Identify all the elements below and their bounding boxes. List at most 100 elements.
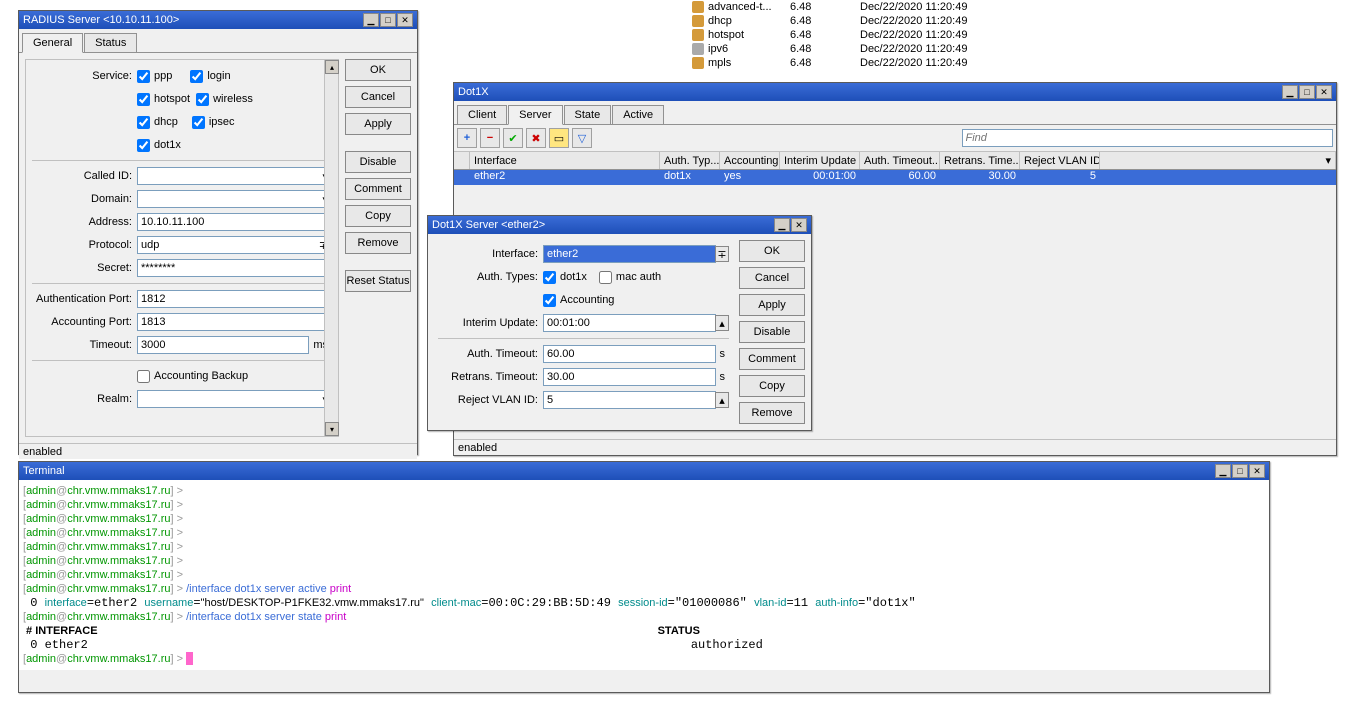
address-input[interactable]	[137, 213, 332, 231]
reset-status-button[interactable]: Reset Status	[345, 270, 411, 292]
called-id-input[interactable]: ▾	[137, 167, 332, 185]
realm-input[interactable]: ▾	[137, 390, 332, 408]
apply-button[interactable]: Apply	[739, 294, 805, 316]
cancel-button[interactable]: Cancel	[739, 267, 805, 289]
spinner-icon[interactable]: ▴	[715, 392, 729, 408]
radius-tabs: General Status	[19, 29, 417, 53]
tab-active[interactable]: Active	[612, 105, 664, 125]
minimize-icon[interactable]: ▁	[363, 13, 379, 27]
enable-icon[interactable]: ✔	[503, 128, 523, 148]
close-icon[interactable]: ✕	[1249, 464, 1265, 478]
col-retrans[interactable]: Retrans. Time...	[940, 152, 1020, 169]
interface-select[interactable]: ether2	[543, 245, 716, 263]
filter-icon[interactable]: ▽	[572, 128, 592, 148]
radius-titlebar[interactable]: RADIUS Server <10.10.11.100> ▁ □ ✕	[19, 11, 417, 29]
dot1x-titlebar[interactable]: Dot1X ▁ □ ✕	[454, 83, 1336, 101]
package-row[interactable]: hotspot6.48Dec/22/2020 11:20:49	[670, 28, 1170, 42]
add-icon[interactable]: +	[457, 128, 477, 148]
terminal-body[interactable]: [admin@chr.vmw.mmaks17.ru] > [admin@chr.…	[19, 480, 1269, 670]
disable-button[interactable]: Disable	[739, 321, 805, 343]
col-acct[interactable]: Accounting	[720, 152, 780, 169]
package-list: advanced-t...6.48Dec/22/2020 11:20:49dhc…	[670, 0, 1170, 70]
dot1x-row[interactable]: ether2 dot1x yes 00:01:00 60.00 30.00 5	[454, 170, 1336, 185]
terminal-window: Terminal ▁ □ ✕ [admin@chr.vmw.mmaks17.ru…	[18, 461, 1270, 693]
close-icon[interactable]: ✕	[1316, 85, 1332, 99]
service-label: Service:	[32, 70, 137, 82]
close-icon[interactable]: ✕	[791, 218, 807, 232]
ipsec-check[interactable]	[192, 116, 205, 129]
dhcp-check[interactable]	[137, 116, 150, 129]
package-row[interactable]: mpls6.48Dec/22/2020 11:20:49	[670, 56, 1170, 70]
col-dropdown-icon[interactable]: ▾	[1100, 152, 1336, 169]
maximize-icon[interactable]: □	[1232, 464, 1248, 478]
find-input[interactable]	[962, 129, 1334, 147]
maximize-icon[interactable]: □	[380, 13, 396, 27]
acct-port-input[interactable]	[137, 313, 332, 331]
hotspot-check[interactable]	[137, 93, 150, 106]
scroll-down-icon[interactable]: ▾	[325, 422, 339, 436]
col-interface[interactable]: Interface	[470, 152, 660, 169]
tab-status[interactable]: Status	[84, 33, 137, 53]
auth-timeout-input[interactable]	[543, 345, 716, 363]
radius-form: Service: ppp login hotspot wireless dhcp…	[25, 59, 339, 437]
retrans-timeout-input[interactable]	[543, 368, 716, 386]
apply-button[interactable]: Apply	[345, 113, 411, 135]
radius-title: RADIUS Server <10.10.11.100>	[23, 14, 179, 26]
comment-button[interactable]: Comment	[345, 178, 411, 200]
package-icon	[692, 29, 704, 41]
remove-button[interactable]: Remove	[345, 232, 411, 254]
cancel-button[interactable]: Cancel	[345, 86, 411, 108]
ppp-check[interactable]	[137, 70, 150, 83]
ok-button[interactable]: OK	[345, 59, 411, 81]
auth-port-input[interactable]	[137, 290, 332, 308]
mac-auth-check[interactable]	[599, 271, 612, 284]
dot1x-grid: Interface Auth. Typ... Accounting Interi…	[454, 152, 1336, 185]
package-icon	[692, 43, 704, 55]
minimize-icon[interactable]: ▁	[774, 218, 790, 232]
package-row[interactable]: advanced-t...6.48Dec/22/2020 11:20:49	[670, 0, 1170, 14]
reject-vlan-input[interactable]	[543, 391, 716, 409]
scroll-up-icon[interactable]: ▴	[325, 60, 339, 74]
remove-button[interactable]: Remove	[739, 402, 805, 424]
minimize-icon[interactable]: ▁	[1215, 464, 1231, 478]
domain-input[interactable]: ▾	[137, 190, 332, 208]
dropdown-icon[interactable]: ∓	[715, 246, 729, 262]
copy-button[interactable]: Copy	[739, 375, 805, 397]
accounting-check[interactable]	[543, 294, 556, 307]
radius-scrollbar[interactable]: ▴ ▾	[324, 60, 338, 436]
col-interim[interactable]: Interim Update	[780, 152, 860, 169]
disable-button[interactable]: Disable	[345, 151, 411, 173]
spinner-icon[interactable]: ▴	[715, 315, 729, 331]
tab-state[interactable]: State	[564, 105, 612, 125]
copy-button[interactable]: Copy	[345, 205, 411, 227]
package-row[interactable]: ipv66.48Dec/22/2020 11:20:49	[670, 42, 1170, 56]
tab-client[interactable]: Client	[457, 105, 507, 125]
disable-icon[interactable]: ✖	[526, 128, 546, 148]
package-icon	[692, 15, 704, 27]
secret-input[interactable]	[137, 259, 332, 277]
dot1x-type-check[interactable]	[543, 271, 556, 284]
tab-server[interactable]: Server	[508, 105, 562, 125]
dot1x-server-titlebar[interactable]: Dot1X Server <ether2> ▁ ✕	[428, 216, 811, 234]
package-row[interactable]: dhcp6.48Dec/22/2020 11:20:49	[670, 14, 1170, 28]
close-icon[interactable]: ✕	[397, 13, 413, 27]
package-icon	[692, 57, 704, 69]
maximize-icon[interactable]: □	[1299, 85, 1315, 99]
comment-button[interactable]: Comment	[739, 348, 805, 370]
tab-general[interactable]: General	[22, 33, 83, 53]
col-reject[interactable]: Reject VLAN ID	[1020, 152, 1100, 169]
dot1x-check[interactable]	[137, 139, 150, 152]
acct-backup-check[interactable]	[137, 370, 150, 383]
ok-button[interactable]: OK	[739, 240, 805, 262]
comment-icon[interactable]: ▭	[549, 128, 569, 148]
remove-icon[interactable]: −	[480, 128, 500, 148]
protocol-select[interactable]: udp∓	[137, 236, 332, 254]
minimize-icon[interactable]: ▁	[1282, 85, 1298, 99]
wireless-check[interactable]	[196, 93, 209, 106]
col-authto[interactable]: Auth. Timeout...	[860, 152, 940, 169]
col-authtyp[interactable]: Auth. Typ...	[660, 152, 720, 169]
interim-input[interactable]	[543, 314, 716, 332]
login-check[interactable]	[190, 70, 203, 83]
terminal-titlebar[interactable]: Terminal ▁ □ ✕	[19, 462, 1269, 480]
timeout-input[interactable]	[137, 336, 309, 354]
